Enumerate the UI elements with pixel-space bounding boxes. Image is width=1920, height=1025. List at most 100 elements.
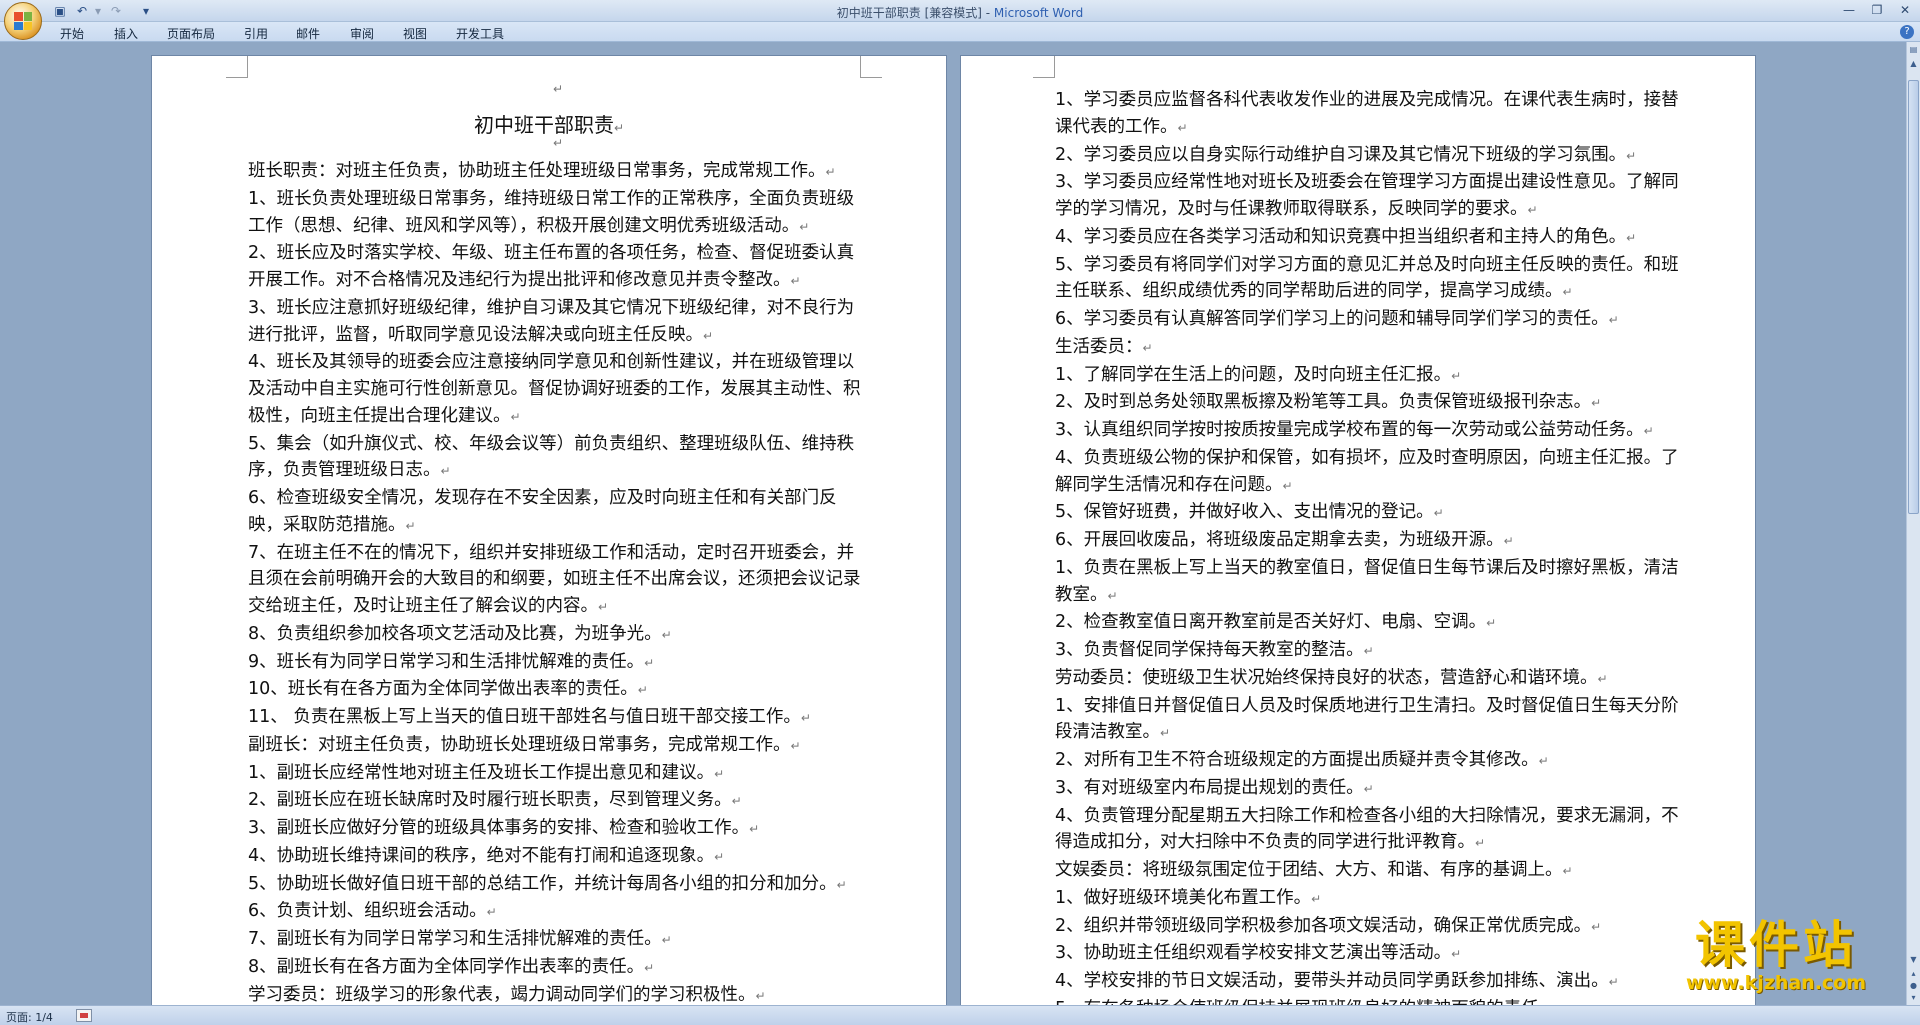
paragraph-mark-icon: ↵ [1591, 396, 1602, 411]
paragraph-text: 3、班长应注意抓好班级纪律，维护自习课及其它情况下班级纪律，对不良行为进行批评，… [248, 297, 855, 345]
paragraph-mark-icon: ↵ [553, 82, 564, 96]
paragraph-mark-icon: ↵ [714, 849, 725, 864]
tab-page-layout[interactable]: 页面布局 [167, 25, 215, 42]
document-paragraph: 劳动委员：使班级卫生状况始终保持良好的状态，营造舒心和谐环境。↵ [1055, 665, 1685, 693]
paragraph-mark-icon: ↵ [1282, 478, 1293, 493]
document-paragraph: 3、负责督促同学保持每天教室的整洁。↵ [1055, 637, 1685, 665]
tab-developer[interactable]: 开发工具 [456, 25, 504, 42]
document-paragraph: 5、集会（如升旗仪式、校、年级会议等）前负责组织、整理班级队伍、维持秩序，负责管… [248, 431, 870, 486]
paragraph-text: 2、及时到总务处领取黑板擦及粉笔等工具。负责保管班级报刊杂志。 [1055, 392, 1592, 413]
document-name: 初中班干部职责 [兼容模式] - [836, 6, 994, 20]
office-button[interactable] [4, 2, 42, 40]
ribbon-tab-bar: 开始 插入 页面布局 引用 邮件 审阅 视图 开发工具 ? [0, 22, 1920, 42]
document-paragraph: 4、学校安排的节日文娱活动，要带头并动员同学勇跃参加排练、演出。↵ [1055, 968, 1685, 996]
maximize-icon[interactable]: ❐ [1864, 0, 1890, 20]
margin-corner-mark [860, 56, 882, 78]
paragraph-mark-icon: ↵ [1475, 836, 1486, 851]
paragraph-mark-icon: ↵ [1626, 148, 1637, 163]
paragraph-mark-icon: ↵ [1433, 506, 1444, 521]
paragraph-text: 1、负责在黑板上写上当天的教室值日，督促值日生每节课后及时擦好黑板，清洁教室。 [1055, 557, 1679, 605]
document-paragraph: 2、对所有卫生不符合班级规定的方面提出质疑并责令其修改。↵ [1055, 747, 1685, 775]
paragraph-text: 7、副班长有为同学日常学习和生活排忧解难的责任。 [248, 929, 662, 949]
page-count[interactable]: 页面: 1/4 [6, 1009, 53, 1025]
document-page-1[interactable]: ↵ 初中班干部职责↵ ↵ 班长职责：对班主任负责，协助班主任处理班级日常事务，完… [152, 56, 946, 1005]
paragraph-text: 4、学校安排的节日文娱活动，要带头并动员同学勇跃参加排练、演出。 [1055, 971, 1609, 991]
paragraph-text: 文娱委员：将班级氛围定位于团结、大方、和谐、有序的基调上。 [1055, 860, 1563, 880]
document-paragraph: 副班长：对班主任负责，协助班长处理班级日常事务，完成常规工作。↵ [248, 732, 870, 760]
minimize-icon[interactable]: — [1836, 0, 1862, 20]
document-paragraph: 2、组织并带领班级同学积极参加各项文娱活动，确保正常优质完成。↵ [1055, 913, 1685, 941]
paragraph-text: 4、负责班级公物的保护和保管，如有损坏，应及时查明原因，向班主任汇报。了解同学生… [1055, 447, 1679, 495]
document-paragraph: 2、学习委员应以自身实际行动维护自习课及其它情况下班级的学习氛围。↵ [1055, 142, 1685, 170]
paragraph-mark-icon: ↵ [790, 274, 801, 288]
paragraph-mark-icon: ↵ [1608, 975, 1619, 989]
title-bar: ▣ ↶ ▾ ↷ ▾ 初中班干部职责 [兼容模式] - Microsoft Wor… [0, 0, 1920, 22]
paragraph-mark-icon: ↵ [1608, 313, 1619, 327]
document-paragraph: 1、负责在黑板上写上当天的教室值日，督促值日生每节课后及时擦好黑板，清洁教室。↵ [1055, 555, 1685, 610]
document-paragraph: 4、协助班长维持课间的秩序，绝对不能有打闹和追逐现象。↵ [248, 843, 870, 871]
document-paragraph: 6、检查班级安全情况，发现存在不安全因素，应及时向班主任和有关部门反映，采取防范… [248, 485, 870, 540]
paragraph-mark-icon: ↵ [1562, 285, 1573, 300]
paragraph-mark-icon: ↵ [799, 219, 810, 234]
paragraph-mark-icon: ↵ [553, 136, 564, 150]
document-paragraph: 5、协助班长做好值日班干部的总结工作，并统计每周各小组的扣分和加分。↵ [248, 871, 870, 899]
document-page-2[interactable]: 1、学习委员应监督各科代表收发作业的进展及完成情况。在课代表生病时，接替课代表的… [961, 56, 1755, 1005]
paragraph-mark-icon: ↵ [486, 905, 497, 920]
paragraph-text: 2、班长应及时落实学校、年级、班主任布置的各项任务，检查、督促班委认真开展工作。… [248, 243, 855, 290]
status-bar: 页面: 1/4 [0, 1005, 1920, 1025]
paragraph-text: 6、开展回收废品，将班级废品定期拿去卖，为班级开源。 [1055, 530, 1504, 550]
paragraph-text: 1、副班长应经常性地对班主任及班长工作提出意见和建议。 [248, 762, 715, 783]
tab-view[interactable]: 视图 [403, 25, 427, 42]
paragraph-text: 6、检查班级安全情况，发现存在不安全因素，应及时向班主任和有关部门反映，采取防范… [248, 488, 837, 535]
tab-home[interactable]: 开始 [60, 25, 84, 42]
scroll-up-icon[interactable]: ▲ [1908, 58, 1919, 70]
paragraph-mark-icon: ↵ [1160, 726, 1171, 741]
document-paragraph: 8、副班长有在各方面为全体同学作出表率的责任。↵ [248, 954, 870, 982]
help-icon[interactable]: ? [1900, 25, 1914, 39]
tab-mailings[interactable]: 邮件 [296, 25, 320, 42]
scrollbar-thumb[interactable] [1908, 80, 1919, 514]
paragraph-text: 3、副班长应做好分管的班级具体事务的安排、检查和验收工作。 [248, 818, 750, 838]
document-paragraph: 4、负责班级公物的保护和保管，如有损坏，应及时查明原因，向班主任汇报。了解同学生… [1055, 445, 1685, 500]
paragraph-text: 5、协助班长做好值日班干部的总结工作，并统计每周各小组的扣分和加分。 [248, 873, 837, 894]
watermark-title: 课件站 [1695, 916, 1857, 974]
paragraph-text: 5、集会（如升旗仪式、校、年级会议等）前负责组织、整理班级队伍、维持秩序，负责管… [248, 433, 855, 481]
paragraph-mark-icon: ↵ [598, 600, 609, 614]
paragraph-mark-icon: ↵ [1311, 891, 1322, 906]
document-paragraph: 8、负责组织参加校各项文艺活动及比赛，为班争光。↵ [248, 621, 870, 649]
paragraph-text: 3、学习委员应经常性地对班长及班委会在管理学习方面提出建设性意见。了解同学的学习… [1055, 172, 1679, 219]
margin-corner-mark [1033, 56, 1055, 78]
paragraph-mark-icon: ↵ [1363, 644, 1374, 658]
document-area[interactable]: ↵ 初中班干部职责↵ ↵ 班长职责：对班主任负责，协助班主任处理班级日常事务，完… [0, 42, 1906, 1005]
close-icon[interactable]: ✕ [1892, 0, 1918, 20]
paragraph-mark-icon: ↵ [1451, 368, 1462, 383]
page-2-text: 1、学习委员应监督各科代表收发作业的进展及完成情况。在课代表生病时，接替课代表的… [1055, 87, 1685, 1005]
paragraph-text: 5、保管好班费，并做好收入、支出情况的登记。 [1055, 502, 1434, 523]
document-paragraph: 6、负责计划、组织班会活动。↵ [248, 898, 870, 926]
paragraph-text: 4、协助班长维持课间的秩序，绝对不能有打闹和追逐现象。 [248, 845, 715, 866]
paragraph-mark-icon: ↵ [825, 165, 836, 179]
paragraph-text: 3、认真组织同学按时按质按量完成学校布置的每一次劳动或公益劳动任务。 [1055, 420, 1644, 440]
paragraph-text: 5、学习委员有将同学们对学习方面的意见汇并总及时向班主任反映的责任。和班主任联系… [1055, 254, 1679, 302]
document-paragraph: 6、学习委员有认真解答同学们学习上的问题和辅导同学们学习的责任。↵ [1055, 306, 1685, 334]
margin-corner-mark [226, 56, 248, 78]
paragraph-mark-icon: ↵ [703, 328, 714, 343]
document-paragraph: 9、班长有为同学日常学习和生活排忧解难的责任。↵ [248, 649, 870, 677]
paragraph-text: 6、学习委员有认真解答同学们学习上的问题和辅导同学们学习的责任。 [1055, 309, 1609, 329]
paragraph-text: 2、对所有卫生不符合班级规定的方面提出质疑并责令其修改。 [1055, 750, 1539, 770]
tab-review[interactable]: 审阅 [350, 25, 374, 42]
paragraph-mark-icon: ↵ [644, 655, 655, 670]
proofing-icon[interactable] [76, 1009, 92, 1022]
page-1-text: 班长职责：对班主任负责，协助班主任处理班级日常事务，完成常规工作。↵ 1、班长负责… [248, 158, 870, 1005]
ruler-toggle-icon[interactable]: ▤ [1908, 44, 1919, 56]
office-logo-icon [14, 12, 32, 30]
tab-insert[interactable]: 插入 [114, 25, 138, 42]
paragraph-text: 3、协助班主任组织观看学校安排文艺演出等活动。 [1055, 943, 1452, 964]
paragraph-mark-icon: ↵ [440, 464, 451, 479]
paragraph-text: 9、班长有为同学日常学习和生活排忧解难的责任。 [248, 651, 645, 672]
document-paragraph: 4、班长及其领导的班委会应注意接纳同学意见和创新性建议，并在班级管理以及活动中自… [248, 349, 870, 430]
document-paragraph: 1、学习委员应监督各科代表收发作业的进展及完成情况。在课代表生病时，接替课代表的… [1055, 87, 1685, 142]
tab-references[interactable]: 引用 [244, 25, 268, 42]
paragraph-text: 班长职责：对班主任负责，协助班主任处理班级日常事务，完成常规工作。 [248, 161, 826, 181]
vertical-scrollbar[interactable]: ▤ ▲ ▼ ▴ ● ▾ [1906, 42, 1920, 1005]
